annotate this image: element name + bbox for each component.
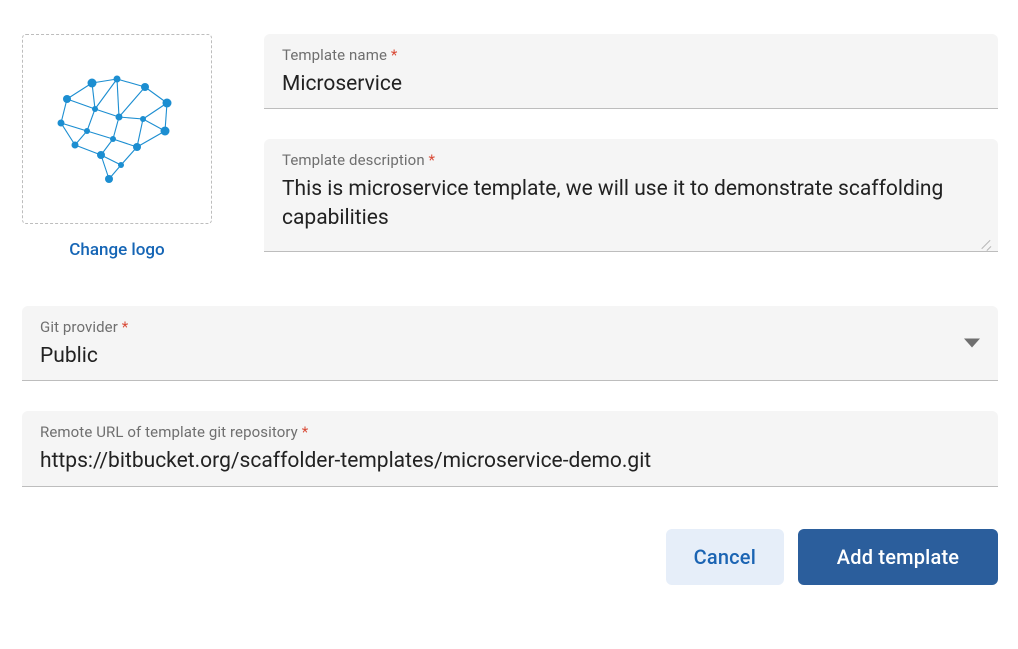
template-description-field[interactable]: Template description * This is microserv… [264, 139, 998, 252]
template-name-input[interactable] [282, 70, 980, 98]
logo-block: Change logo [22, 34, 212, 260]
remote-url-field[interactable]: Remote URL of template git repository * [22, 411, 998, 486]
git-provider-field[interactable]: Git provider * Public [22, 306, 998, 381]
resize-handle-icon[interactable] [976, 235, 990, 249]
form-actions: Cancel Add template [22, 529, 998, 585]
template-description-label: Template description * [282, 151, 980, 169]
remote-url-input[interactable] [40, 447, 980, 475]
add-template-button[interactable]: Add template [798, 529, 998, 585]
template-description-input[interactable]: This is microservice template, we will u… [282, 175, 980, 237]
cancel-button[interactable]: Cancel [666, 529, 784, 585]
git-provider-label: Git provider * [40, 318, 980, 336]
brain-network-icon [47, 69, 187, 189]
remote-url-label: Remote URL of template git repository * [40, 423, 980, 441]
git-provider-value: Public [40, 342, 980, 370]
template-name-label: Template name * [282, 46, 980, 64]
logo-dropzone[interactable] [22, 34, 212, 224]
change-logo-button[interactable]: Change logo [69, 240, 164, 260]
chevron-down-icon [964, 339, 980, 348]
template-name-field[interactable]: Template name * [264, 34, 998, 109]
